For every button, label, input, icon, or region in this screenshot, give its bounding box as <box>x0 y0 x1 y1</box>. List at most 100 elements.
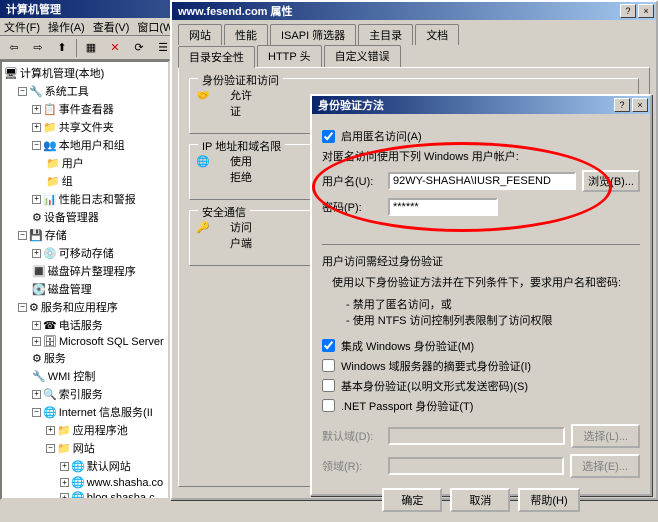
props-help-button[interactable]: ? <box>620 4 636 18</box>
tab-perf[interactable]: 性能 <box>224 24 268 45</box>
tree-site2[interactable]: +🌐blog.shasha.c <box>60 490 166 500</box>
cb-passport[interactable] <box>322 399 335 412</box>
tree-devmgr[interactable]: ⚙设备管理器 <box>32 208 166 226</box>
cb-digest[interactable] <box>322 359 335 372</box>
menu-action[interactable]: 操作(A) <box>48 19 85 35</box>
tab-http[interactable]: HTTP 头 <box>257 45 322 67</box>
key-icon: 🔑 <box>196 221 224 249</box>
props-close-button[interactable]: × <box>638 4 654 18</box>
cb-integrated-row: 集成 Windows 身份验证(M) <box>322 338 640 354</box>
auth-title: 身份验证方法 <box>314 97 612 113</box>
tab-home[interactable]: 主目录 <box>358 24 413 45</box>
tree-svcs[interactable]: ⚙服务 <box>32 349 166 367</box>
menu-view[interactable]: 查看(V) <box>93 19 130 35</box>
tree-localusers[interactable]: −👥本地用户和组 <box>32 136 166 154</box>
forward-button[interactable]: ⇨ <box>28 38 48 58</box>
tree-phone[interactable]: +☎电话服务 <box>32 316 166 334</box>
tree-sql[interactable]: +🗄Microsoft SQL Server <box>32 334 166 349</box>
collapse-icon[interactable]: − <box>32 408 41 417</box>
auth-help-button[interactable]: ? <box>614 98 630 112</box>
collapse-icon[interactable]: − <box>32 141 41 150</box>
users-icon: 👥 <box>43 139 57 152</box>
tab-isapi[interactable]: ISAPI 筛选器 <box>270 24 356 45</box>
tab-website[interactable]: 网站 <box>178 24 222 45</box>
tab-docs[interactable]: 文档 <box>415 24 459 45</box>
tree-site1[interactable]: +🌐www.shasha.co <box>60 475 166 490</box>
refresh-icon[interactable]: ⟳ <box>129 38 149 58</box>
disk-icon: 💽 <box>32 283 46 296</box>
expand-icon[interactable]: + <box>32 105 41 114</box>
tree-defrag[interactable]: 🔳磁盘碎片整理程序 <box>32 262 166 280</box>
cb-basic-row: 基本身份验证(以明文形式发送密码)(S) <box>322 378 640 394</box>
tree-users[interactable]: 📁用户 <box>46 154 166 172</box>
folder-icon: 📁 <box>46 157 60 170</box>
tab-dirsec[interactable]: 目录安全性 <box>178 46 255 68</box>
tree-perflog[interactable]: +📊性能日志和警报 <box>32 190 166 208</box>
tree-eventviewer[interactable]: +📋事件查看器 <box>32 100 166 118</box>
tree-services[interactable]: −⚙服务和应用程序 <box>18 298 166 316</box>
cb-integrated-label: 集成 Windows 身份验证(M) <box>341 338 474 354</box>
tree-panel: 🖥计算机管理(本地) −🔧系统工具 +📋事件查看器 +📁共享文件夹 −👥本地用户… <box>0 60 170 500</box>
cb-integrated[interactable] <box>322 339 335 352</box>
expand-icon[interactable]: + <box>32 123 41 132</box>
tree-websites[interactable]: −📁网站 <box>46 439 166 457</box>
tree-shared[interactable]: +📁共享文件夹 <box>32 118 166 136</box>
tab-errors[interactable]: 自定义错误 <box>324 45 401 67</box>
collapse-icon[interactable]: − <box>18 231 27 240</box>
tree-diskmgr[interactable]: 💽磁盘管理 <box>32 280 166 298</box>
tree-storage[interactable]: −💾存储 <box>18 226 166 244</box>
auth-body: 启用匿名访问(A) 对匿名访问使用下列 Windows 用户帐户: 用户名(U)… <box>312 114 650 522</box>
tree-wmi[interactable]: 🔧WMI 控制 <box>32 367 166 385</box>
tree-systools[interactable]: −🔧系统工具 <box>18 82 166 100</box>
globe-lock-icon: 🌐 <box>196 155 224 183</box>
storage-icon: 💾 <box>29 229 43 242</box>
tree-removable[interactable]: +💿可移动存储 <box>32 244 166 262</box>
password-row: 密码(P): <box>322 198 640 216</box>
section-desc: 使用以下身份验证方法并在下列条件下，要求用户名和密码: <box>332 275 640 292</box>
up-button[interactable]: ⬆ <box>52 38 72 58</box>
expand-icon[interactable]: + <box>60 478 69 487</box>
collapse-icon[interactable]: − <box>46 444 55 453</box>
expand-icon[interactable]: + <box>32 321 41 330</box>
folder-icon: 📁 <box>43 121 57 134</box>
folder-icon: 📁 <box>57 442 71 455</box>
back-button[interactable]: ⇦ <box>4 38 24 58</box>
default-domain-row: 默认域(D): 选择(L)... <box>322 424 640 448</box>
delete-icon[interactable]: ✕ <box>105 38 125 58</box>
collapse-icon[interactable]: − <box>18 87 27 96</box>
props-tabs-row2: 目录安全性 HTTP 头 自定义错误 <box>172 45 656 67</box>
props-tabs-row1: 网站 性能 ISAPI 筛选器 主目录 文档 <box>172 20 656 45</box>
gear-icon: ⚙ <box>32 352 42 365</box>
wmi-icon: 🔧 <box>32 370 46 383</box>
expand-icon[interactable]: + <box>32 195 41 204</box>
expand-icon[interactable]: + <box>32 390 41 399</box>
menu-file[interactable]: 文件(F) <box>4 19 40 35</box>
password-input[interactable] <box>388 198 498 216</box>
browse-button[interactable]: 浏览(B)... <box>582 170 640 192</box>
cb-basic[interactable] <box>322 379 335 392</box>
expand-icon[interactable]: + <box>60 462 69 471</box>
event-icon: 📋 <box>43 103 57 116</box>
enable-anon-label: 启用匿名访问(A) <box>341 128 422 144</box>
enable-anon-checkbox[interactable] <box>322 130 335 143</box>
sql-icon: 🗄 <box>43 335 57 348</box>
tree-index[interactable]: +🔍索引服务 <box>32 385 166 403</box>
realm-row: 领域(R): 选择(E)... <box>322 454 640 478</box>
cb-digest-label: Windows 域服务器的摘要式身份验证(I) <box>341 358 531 374</box>
tree-apppool[interactable]: +📁应用程序池 <box>46 421 166 439</box>
tree-defaultsite[interactable]: +🌐默认网站 <box>60 457 166 475</box>
tree-root[interactable]: 🖥计算机管理(本地) <box>4 64 166 82</box>
expand-icon[interactable]: + <box>32 337 41 346</box>
collapse-icon[interactable]: − <box>18 303 27 312</box>
tree-groups[interactable]: 📁组 <box>46 172 166 190</box>
bullet1: - 禁用了匿名访问，或 <box>322 296 640 312</box>
expand-icon[interactable]: + <box>46 426 55 435</box>
expand-icon[interactable]: + <box>60 493 69 500</box>
tree-iis[interactable]: −🌐Internet 信息服务(II <box>32 403 166 421</box>
site-icon: 🌐 <box>71 491 85 500</box>
properties-icon[interactable]: ▦ <box>81 38 101 58</box>
username-input[interactable] <box>388 172 576 190</box>
iis-icon: 🌐 <box>43 406 57 419</box>
expand-icon[interactable]: + <box>32 249 41 258</box>
auth-close-button[interactable]: × <box>632 98 648 112</box>
